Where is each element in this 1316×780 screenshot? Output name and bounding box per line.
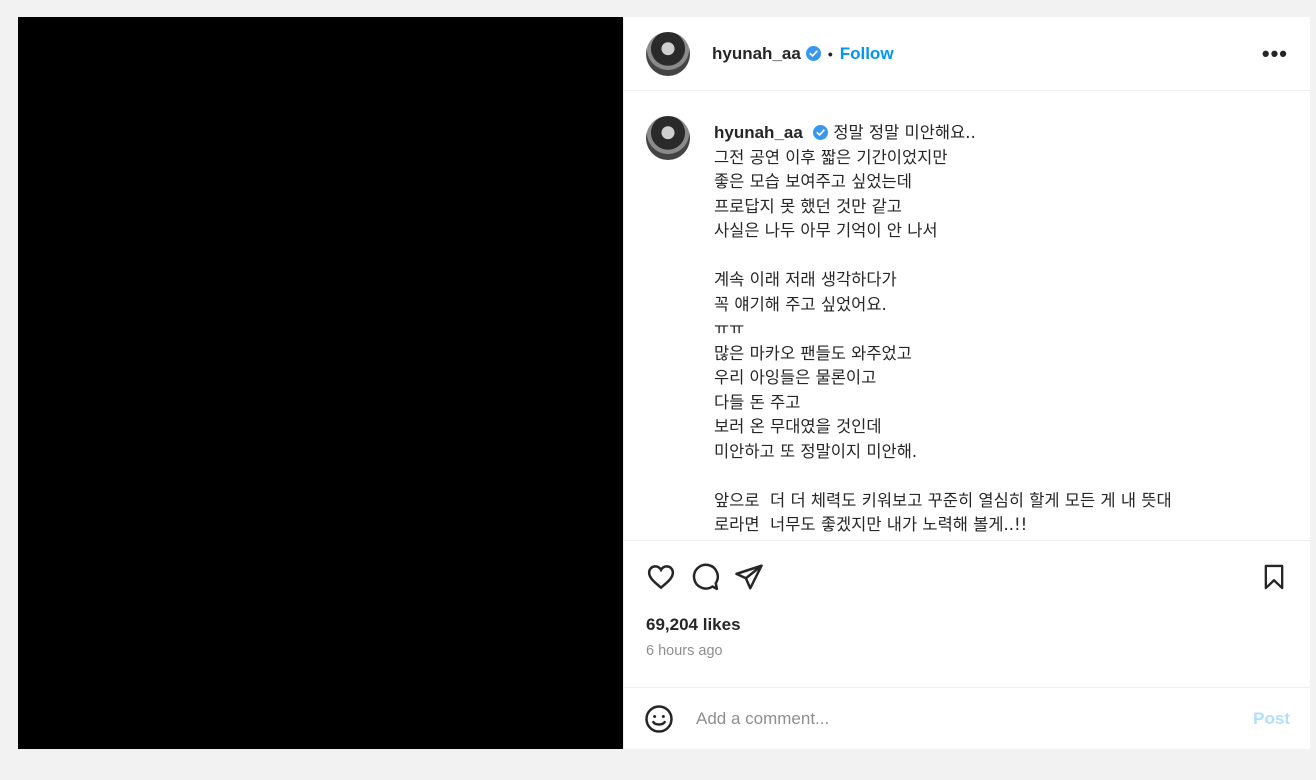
post-media[interactable] bbox=[18, 17, 623, 749]
likes-count[interactable]: 69,204 likes bbox=[624, 615, 1310, 635]
post-sidebar: hyunah_aa • Follow ••• hyunah_aa 정말 정말 미… bbox=[623, 17, 1310, 749]
comment-icon[interactable] bbox=[690, 562, 720, 592]
share-icon[interactable] bbox=[734, 562, 764, 592]
post-container: hyunah_aa • Follow ••• hyunah_aa 정말 정말 미… bbox=[18, 17, 1310, 749]
bookmark-icon[interactable] bbox=[1260, 562, 1288, 592]
verified-icon bbox=[805, 46, 821, 61]
more-icon[interactable]: ••• bbox=[1262, 41, 1288, 67]
emoji-icon[interactable] bbox=[644, 704, 674, 734]
caption-avatar[interactable] bbox=[646, 116, 690, 160]
caption-verified-icon bbox=[813, 125, 829, 140]
avatar[interactable] bbox=[646, 31, 690, 76]
post-header: hyunah_aa • Follow ••• bbox=[624, 17, 1310, 91]
heart-icon[interactable] bbox=[646, 562, 676, 592]
caption-username[interactable]: hyunah_aa bbox=[714, 123, 803, 142]
post-timestamp[interactable]: 6 hours ago bbox=[624, 643, 1310, 659]
header-username[interactable]: hyunah_aa bbox=[712, 44, 801, 64]
comment-bar: Post bbox=[624, 687, 1310, 749]
caption-text: 정말 정말 미안해요.. 그전 공연 이후 짧은 기간이었지만 좋은 모습 보여… bbox=[714, 123, 1172, 534]
comment-input[interactable] bbox=[694, 707, 1254, 730]
separator-dot: • bbox=[827, 45, 833, 62]
post-comment-button[interactable]: Post bbox=[1253, 709, 1290, 729]
caption-section: hyunah_aa 정말 정말 미안해요.. 그전 공연 이후 짧은 기간이었지… bbox=[624, 91, 1310, 541]
action-bar bbox=[624, 541, 1310, 613]
follow-button[interactable]: Follow bbox=[840, 44, 894, 64]
caption: hyunah_aa 정말 정말 미안해요.. 그전 공연 이후 짧은 기간이었지… bbox=[714, 121, 1172, 540]
